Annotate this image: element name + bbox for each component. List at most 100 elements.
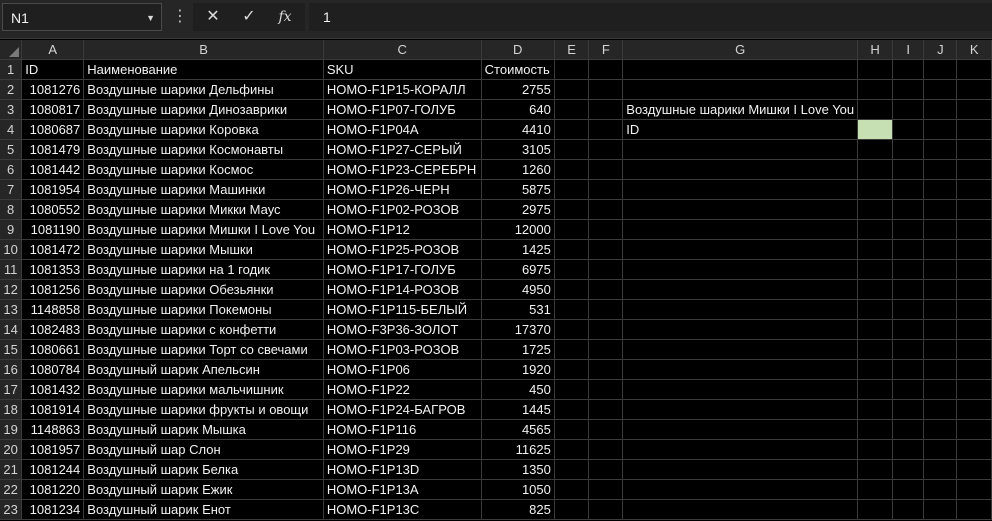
cell-d16[interactable]: 1920 [481, 359, 555, 380]
row-header[interactable]: 20 [0, 439, 23, 460]
cell-b6[interactable]: Воздушные шарики Космос [83, 159, 324, 180]
cell-h21[interactable] [857, 459, 894, 480]
cell-k6[interactable] [956, 159, 992, 180]
cell-k13[interactable] [956, 299, 992, 320]
cell-b14[interactable]: Воздушные шарики с конфетти [83, 319, 324, 340]
cell-i8[interactable] [892, 199, 925, 220]
cell-i14[interactable] [892, 319, 925, 340]
cell-c21[interactable]: HOMO-F1P13D [323, 459, 482, 480]
cell-b18[interactable]: Воздушные шарики фрукты и овощи [83, 399, 324, 420]
cell-g16[interactable] [622, 359, 859, 380]
row-header[interactable]: 19 [0, 419, 23, 440]
cell-e2[interactable] [554, 79, 590, 100]
cell-k5[interactable] [956, 139, 992, 160]
cell-a17[interactable]: 1081432 [21, 379, 85, 400]
cell-j20[interactable] [923, 439, 958, 460]
row-header[interactable]: 2 [0, 79, 23, 100]
cell-g14[interactable] [622, 319, 859, 340]
cell-k20[interactable] [956, 439, 992, 460]
row-header[interactable]: 23 [0, 499, 23, 520]
cell-a2[interactable]: 1081276 [21, 79, 85, 100]
cell-e14[interactable] [554, 319, 590, 340]
cell-i17[interactable] [892, 379, 925, 400]
cell-i15[interactable] [892, 339, 925, 360]
cell-a15[interactable]: 1080661 [21, 339, 85, 360]
row-header[interactable]: 4 [0, 119, 23, 140]
cell-c1[interactable]: SKU [323, 59, 482, 80]
cell-g18[interactable] [622, 399, 859, 420]
cell-a22[interactable]: 1081220 [21, 479, 85, 500]
row-header[interactable]: 1 [0, 59, 23, 80]
row-header[interactable]: 8 [0, 199, 23, 220]
cell-k8[interactable] [956, 199, 992, 220]
cell-j23[interactable] [923, 499, 958, 520]
cell-c20[interactable]: HOMO-F1P29 [323, 439, 482, 460]
cell-e10[interactable] [554, 239, 590, 260]
cell-j2[interactable] [923, 79, 958, 100]
row-header[interactable]: 5 [0, 139, 23, 160]
cell-a4[interactable]: 1080687 [21, 119, 85, 140]
cell-e1[interactable] [554, 59, 590, 80]
cell-g11[interactable] [622, 259, 859, 280]
cell-f22[interactable] [588, 479, 624, 500]
cell-c9[interactable]: HOMO-F1P12 [323, 219, 482, 240]
cell-b13[interactable]: Воздушные шарики Покемоны [83, 299, 324, 320]
cell-g13[interactable] [622, 299, 859, 320]
cell-c3[interactable]: HOMO-F1P07-ГОЛУБ [323, 99, 482, 120]
cell-f18[interactable] [588, 399, 624, 420]
cell-j6[interactable] [923, 159, 958, 180]
cell-j9[interactable] [923, 219, 958, 240]
cell-f20[interactable] [588, 439, 624, 460]
cell-f13[interactable] [588, 299, 624, 320]
cell-h11[interactable] [857, 259, 894, 280]
cell-i5[interactable] [892, 139, 925, 160]
cell-c22[interactable]: HOMO-F1P13A [323, 479, 482, 500]
cell-i16[interactable] [892, 359, 925, 380]
cell-a23[interactable]: 1081234 [21, 499, 85, 520]
cell-c2[interactable]: HOMO-F1P15-КОРАЛЛ [323, 79, 482, 100]
cell-i12[interactable] [892, 279, 925, 300]
cell-h8[interactable] [857, 199, 894, 220]
cell-i7[interactable] [892, 179, 925, 200]
cell-g15[interactable] [622, 339, 859, 360]
cell-e4[interactable] [554, 119, 590, 140]
cell-e9[interactable] [554, 219, 590, 240]
cell-j8[interactable] [923, 199, 958, 220]
column-header-a[interactable]: A [21, 40, 85, 60]
cell-k3[interactable] [956, 99, 992, 120]
cell-j14[interactable] [923, 319, 958, 340]
cell-d13[interactable]: 531 [481, 299, 555, 320]
cell-f15[interactable] [588, 339, 624, 360]
cell-k16[interactable] [956, 359, 992, 380]
cell-i13[interactable] [892, 299, 925, 320]
cell-f8[interactable] [588, 199, 624, 220]
cell-j17[interactable] [923, 379, 958, 400]
row-header[interactable]: 6 [0, 159, 23, 180]
cell-h18[interactable] [857, 399, 894, 420]
cell-a7[interactable]: 1081954 [21, 179, 85, 200]
column-header-j[interactable]: J [923, 40, 958, 60]
cell-a1[interactable]: ID [21, 59, 85, 80]
cell-a5[interactable]: 1081479 [21, 139, 85, 160]
cell-k14[interactable] [956, 319, 992, 340]
cell-j12[interactable] [923, 279, 958, 300]
cell-c6[interactable]: HOMO-F1P23-СЕРЕБРН [323, 159, 482, 180]
row-header[interactable]: 12 [0, 279, 23, 300]
cell-d2[interactable]: 2755 [481, 79, 555, 100]
cell-g3[interactable]: Воздушные шарики Мишки I Love You [622, 99, 859, 120]
cell-d12[interactable]: 4950 [481, 279, 555, 300]
cell-i11[interactable] [892, 259, 925, 280]
cell-g12[interactable] [622, 279, 859, 300]
cell-c18[interactable]: HOMO-F1P24-БАГРОВ [323, 399, 482, 420]
cell-j19[interactable] [923, 419, 958, 440]
cell-b2[interactable]: Воздушные шарики Дельфины [83, 79, 324, 100]
cell-i22[interactable] [892, 479, 925, 500]
cell-b21[interactable]: Воздушный шарик Белка [83, 459, 324, 480]
cell-j4[interactable] [923, 119, 958, 140]
cell-f1[interactable] [588, 59, 624, 80]
cell-g1[interactable] [622, 59, 859, 80]
cell-h1[interactable] [857, 59, 894, 80]
cell-k23[interactable] [956, 499, 992, 520]
cell-i23[interactable] [892, 499, 925, 520]
cell-k15[interactable] [956, 339, 992, 360]
